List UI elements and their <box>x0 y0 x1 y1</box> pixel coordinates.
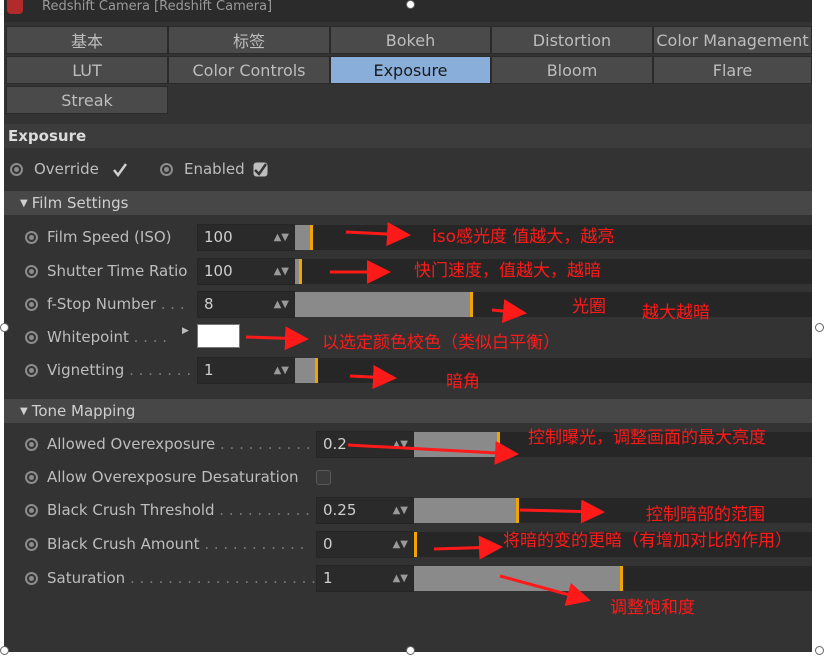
arrow-threshold <box>519 499 605 524</box>
annotation-overexposure: 控制曝光，调整画面的最大亮度 <box>528 428 766 448</box>
annotation-vignetting: 暗角 <box>446 372 480 392</box>
arrow-saturation <box>499 574 591 607</box>
arrow-fstop <box>491 299 527 323</box>
arrow-iso <box>345 221 411 246</box>
annotation-amount: 将暗的变的更暗（有增加对比的作用） <box>503 531 792 551</box>
resize-handle-bottom[interactable] <box>406 646 415 655</box>
arrow-overexposure <box>347 440 519 465</box>
arrow-vignetting <box>349 365 397 390</box>
resize-handle-top[interactable] <box>406 0 415 9</box>
arrow-amount <box>433 535 503 560</box>
resize-handle-right[interactable] <box>815 323 824 332</box>
arrow-whitepoint <box>245 326 309 351</box>
annotation-fstop-a: 光圈 <box>572 297 606 317</box>
resize-handle-left[interactable] <box>0 323 9 332</box>
annotation-threshold: 控制暗部的范围 <box>646 505 765 525</box>
annotation-arrows <box>245 221 605 607</box>
resize-handle-bottom-right[interactable] <box>815 646 824 655</box>
annotation-shutter: 快门速度，值越大，越暗 <box>414 261 601 281</box>
annotation-whitepoint: 以选定颜色校色（类似白平衡） <box>322 333 560 353</box>
annotation-saturation: 调整饱和度 <box>610 598 695 618</box>
resize-handle-bottom-left[interactable] <box>0 646 9 655</box>
annotation-fstop-b: 越大越暗 <box>642 303 710 323</box>
annotation-iso: iso感光度 值越大，越亮 <box>432 227 615 247</box>
